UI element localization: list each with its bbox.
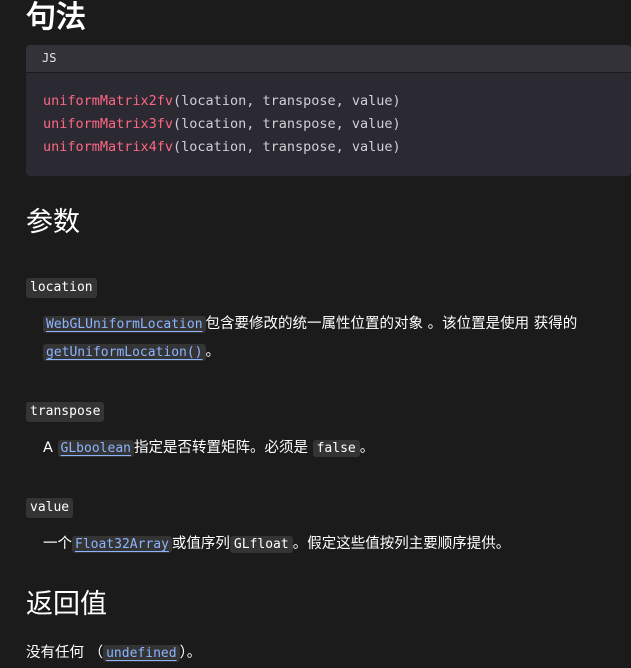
glboolean-link[interactable]: GLboolean <box>57 440 134 457</box>
syntax-heading: 句法 <box>26 0 86 35</box>
param-desc-suffix: 。假定这些值按列主要顺序提供。 <box>292 536 511 552</box>
returns-desc: 没有任何 （undefined）。 <box>26 639 201 668</box>
param-desc-value: 一个 Float32Array 或值序列 GLfloat 。假定这些值按列主要顺序提供。 <box>43 530 510 559</box>
code-block: JS uniformMatrix2fv(location, transpose,… <box>26 45 631 176</box>
param-desc-text: 或值序列 <box>171 536 230 552</box>
glfloat-code: GLfloat <box>229 536 293 553</box>
false-code: false <box>312 440 360 457</box>
code-line: uniformMatrix2fv(location, transpose, va… <box>43 90 631 113</box>
code-line: uniformMatrix3fv(location, transpose, va… <box>43 113 631 136</box>
param-desc-prefix: A <box>43 440 58 456</box>
returns-suffix: ）。 <box>179 645 202 661</box>
returns-prefix: 没有任何 （ <box>26 645 104 661</box>
param-term-location: location <box>26 278 97 298</box>
function-name: uniformMatrix4fv <box>43 139 174 155</box>
function-args: (location, transpose, value) <box>173 116 401 132</box>
undefined-link[interactable]: undefined <box>103 645 180 662</box>
param-desc-transpose: A GLboolean 指定是否转置矩阵。必须是 false。 <box>43 434 374 463</box>
returns-heading: 返回值 <box>26 589 107 620</box>
param-desc-text: 。 <box>205 344 221 360</box>
param-desc-location-line2: getUniformLocation()。 <box>43 338 220 367</box>
page: 句法 JS uniformMatrix2fv(location, transpo… <box>0 0 631 668</box>
function-name: uniformMatrix2fv <box>43 93 174 109</box>
param-term-transpose: transpose <box>26 402 105 422</box>
getuniformlocation-link[interactable]: getUniformLocation() <box>43 344 206 361</box>
param-term-value: value <box>26 498 74 518</box>
function-name: uniformMatrix3fv <box>43 116 174 132</box>
code-line: uniformMatrix4fv(location, transpose, va… <box>43 136 631 159</box>
code-content[interactable]: uniformMatrix2fv(location, transpose, va… <box>26 73 631 159</box>
webgluniformlocation-link[interactable]: WebGLUniformLocation <box>43 316 206 333</box>
param-desc-text: 指定是否转置矩阵。必须是 <box>133 440 313 456</box>
param-desc-prefix: 一个 <box>43 536 72 552</box>
function-args: (location, transpose, value) <box>173 139 401 155</box>
code-language-label: JS <box>26 45 631 73</box>
param-desc-suffix: 。 <box>359 440 375 456</box>
params-heading: 参数 <box>26 207 80 238</box>
float32array-link[interactable]: Float32Array <box>72 536 172 553</box>
param-desc-text: 包含要修改的统一属性位置的对象 。该位置是使用 获得的 <box>205 316 578 332</box>
param-desc-location: WebGLUniformLocation 包含要修改的统一属性位置的对象 。该位置… <box>43 310 577 339</box>
function-args: (location, transpose, value) <box>173 93 401 109</box>
